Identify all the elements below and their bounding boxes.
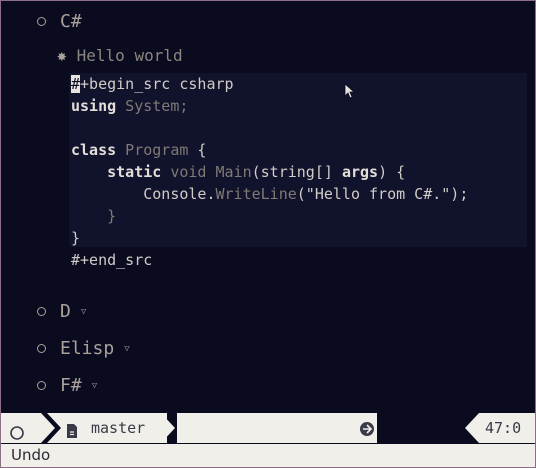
heading-elisp-label: Elisp	[60, 338, 115, 359]
console-object: Console.	[143, 185, 216, 203]
heading-fsharp[interactable]: F# ▽	[37, 375, 97, 396]
code-line-inner-close[interactable]: }	[71, 205, 116, 227]
fold-indicator-icon[interactable]: ▽	[124, 344, 129, 354]
heading-d-label: D	[60, 301, 71, 322]
heading-d[interactable]: D ▽	[37, 301, 86, 322]
heading-csharp-label: C#	[60, 11, 82, 32]
class-name: Program	[116, 141, 189, 159]
begin-src-text: +begin_src csharp	[80, 75, 234, 93]
heading-bullet-icon	[37, 17, 46, 26]
heading-bullet-icon	[37, 344, 46, 353]
fold-indicator-icon[interactable]: ▽	[81, 307, 86, 317]
keyword-using: using	[71, 97, 117, 115]
console-method: WriteLine	[215, 185, 297, 203]
code-line-outer-close[interactable]: }	[71, 227, 80, 249]
mode-line: master 47:0	[1, 411, 535, 443]
main-params: (string[]	[251, 163, 342, 181]
param-args: args	[341, 163, 379, 181]
echo-message: Undo	[11, 446, 51, 464]
keyword-class: class	[71, 141, 117, 159]
emacs-frame: C# ✸ Hello world #+begin_src csharp usin…	[0, 0, 536, 468]
cursor-position: 47:0	[485, 419, 522, 437]
main-end: ) {	[378, 163, 406, 181]
keyword-static: static	[107, 163, 162, 181]
branch-name[interactable]: master	[91, 419, 145, 437]
heading-bullet-icon	[37, 381, 46, 390]
mouse-pointer-icon	[344, 83, 354, 99]
end-src-line[interactable]: #+end_src	[71, 249, 152, 271]
powerline-arrow-left	[465, 413, 479, 443]
heading-hello-world[interactable]: ✸ Hello world	[57, 46, 183, 65]
file-icon	[67, 424, 77, 438]
heading-csharp[interactable]: C#	[37, 11, 82, 32]
using-target: System;	[116, 97, 189, 115]
begin-src-line[interactable]: #+begin_src csharp	[71, 73, 234, 95]
text-cursor: #	[71, 75, 81, 93]
code-line-class[interactable]: class Program {	[71, 139, 206, 161]
heading-elisp[interactable]: Elisp ▽	[37, 338, 130, 359]
subheading-bullet-icon: ✸	[57, 46, 67, 65]
editor-buffer[interactable]: C# ✸ Hello world #+begin_src csharp usin…	[1, 1, 535, 411]
branch-icon	[360, 422, 374, 436]
code-line-console[interactable]: Console.WriteLine("Hello from C#.");	[71, 183, 468, 205]
modeline-segment-middle	[177, 413, 377, 443]
code-line-main[interactable]: static void Main(string[] args) {	[71, 161, 405, 183]
code-line-using[interactable]: using System;	[71, 95, 188, 117]
class-brace: {	[188, 141, 207, 159]
console-args: ("Hello from C#.");	[296, 185, 469, 203]
heading-fsharp-label: F#	[60, 375, 82, 396]
echo-area: Undo	[1, 444, 535, 467]
circle-icon	[10, 426, 24, 440]
heading-hello-label: Hello world	[76, 46, 183, 65]
main-signature: void Main	[161, 163, 252, 181]
fold-indicator-icon[interactable]: ▽	[92, 381, 97, 391]
heading-bullet-icon	[37, 307, 46, 316]
